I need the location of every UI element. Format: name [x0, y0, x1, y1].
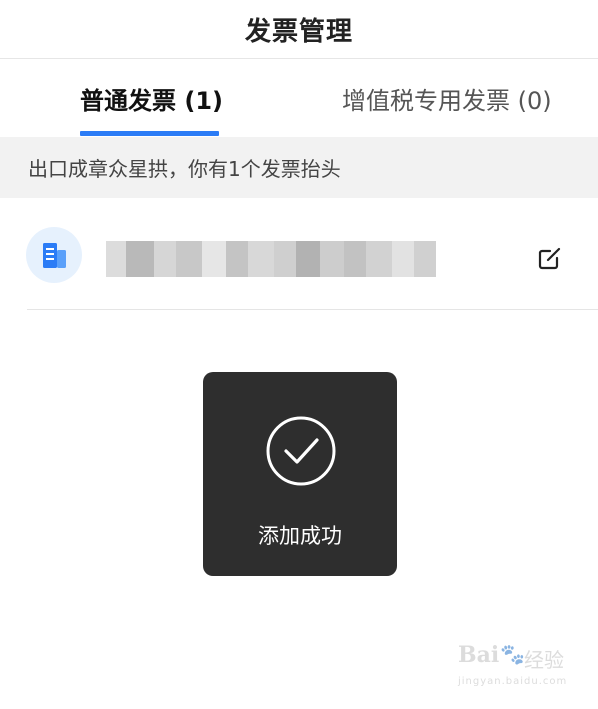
watermark: Bai 🐾 经验 jingyan.baidu.com	[458, 642, 574, 698]
building-icon	[26, 227, 82, 283]
watermark-url: jingyan.baidu.com	[458, 676, 568, 687]
edit-icon[interactable]	[537, 245, 563, 271]
success-toast: 添加成功	[203, 372, 397, 576]
tab-bar: 普通发票 (1) 增值税专用发票 (0)	[0, 59, 598, 137]
watermark-brand: 经验	[524, 648, 564, 672]
tab-normal-invoice[interactable]: 普通发票 (1)	[80, 59, 223, 137]
paw-icon: 🐾	[500, 642, 525, 666]
tab-vat-invoice[interactable]: 增值税专用发票 (0)	[342, 59, 552, 137]
tip-bar: 出口成章众星拱，你有1个发票抬头	[0, 137, 598, 198]
tip-text: 出口成章众星拱，你有1个发票抬头	[28, 157, 341, 181]
page-title: 发票管理	[244, 16, 353, 47]
row-divider	[27, 309, 598, 310]
header-bar: 发票管理	[0, 0, 598, 59]
watermark-logo: Bai	[458, 642, 500, 668]
invoice-title-name-blurred	[106, 241, 436, 277]
active-tab-indicator	[80, 131, 219, 136]
check-circle-icon	[264, 414, 338, 488]
invoice-title-row[interactable]	[0, 199, 598, 310]
toast-message: 添加成功	[258, 524, 342, 548]
